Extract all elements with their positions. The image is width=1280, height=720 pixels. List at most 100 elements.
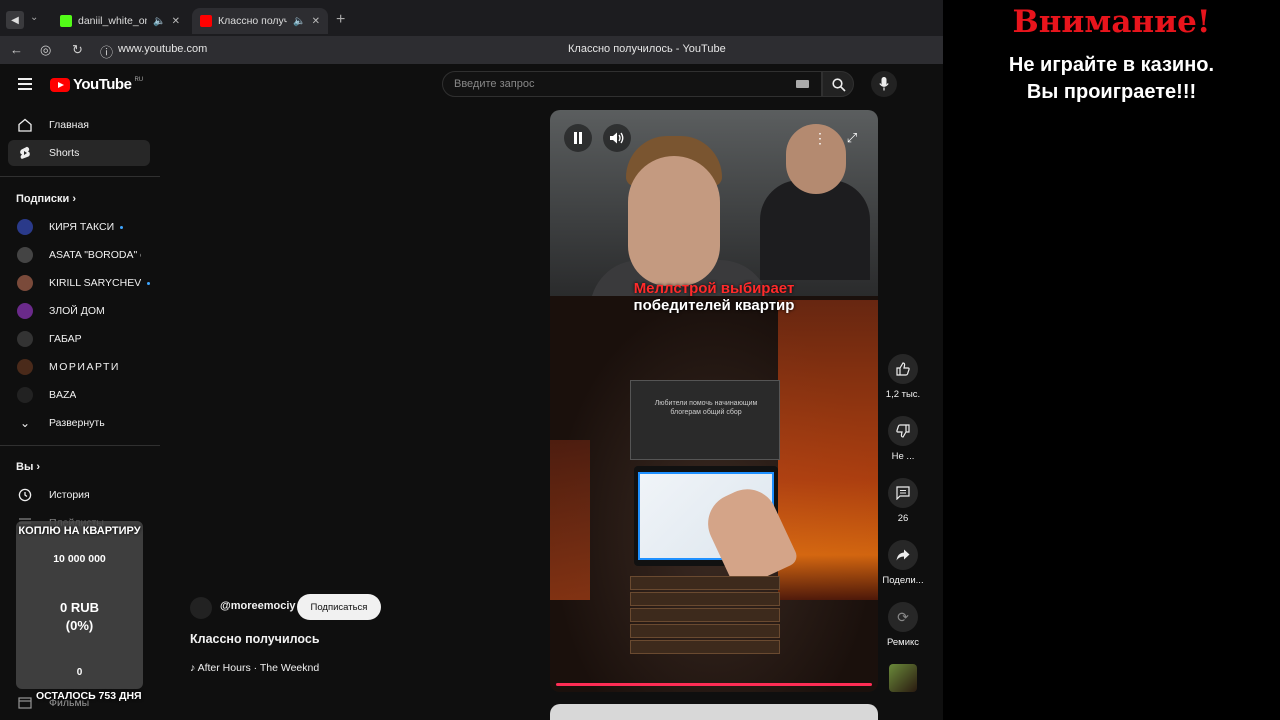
- avatar: [17, 219, 33, 235]
- search-placeholder: Введите запрос: [454, 78, 535, 90]
- sidebar-item-subscription[interactable]: ГАБАР: [8, 326, 150, 352]
- sidebar-item-label: ЗЛОЙ ДОМ: [49, 305, 105, 317]
- subscribe-button[interactable]: Подписаться: [297, 594, 381, 620]
- share-label: Подели...: [882, 575, 924, 586]
- page-title: Классно получилось - YouTube: [568, 43, 726, 55]
- book: [630, 608, 780, 622]
- sidebar-item-label: Развернуть: [49, 417, 105, 429]
- url-field[interactable]: www.youtube.com: [118, 43, 207, 55]
- video-caption: Меллстрой выбирает победителей квартир: [550, 280, 878, 314]
- sound-toggle-icon[interactable]: ◀: [6, 11, 24, 29]
- tab-title: daniil_white_one164: [78, 15, 147, 27]
- search-input[interactable]: Введите запрос: [442, 71, 822, 97]
- more-options-icon[interactable]: ⋮: [806, 124, 834, 152]
- divider: [0, 445, 160, 446]
- youtube-logo[interactable]: YouTube RU: [50, 76, 143, 93]
- youtube-favicon-icon: [200, 15, 212, 27]
- shorts-icon: [17, 145, 33, 161]
- brick-wall: [550, 440, 590, 600]
- back-icon[interactable]: ←: [10, 42, 23, 57]
- sidebar-item-expand[interactable]: ⌄ Развернуть: [8, 410, 150, 436]
- music-title: After Hours · The Weeknd: [197, 662, 320, 674]
- channel-avatar[interactable]: [190, 597, 212, 619]
- new-content-dot: [120, 225, 124, 229]
- remix-button[interactable]: ⟳ Ремикс: [880, 602, 926, 648]
- stream-background: [943, 120, 1280, 720]
- browser-tab-youtube[interactable]: Классно получилось 🔈 ✕: [192, 8, 328, 34]
- sidebar-item-subscription[interactable]: ASATA "BORODA" c...: [8, 242, 150, 268]
- next-short-preview[interactable]: [550, 704, 878, 720]
- sidebar-item-label: КИРЯ ТАКСИ: [49, 221, 115, 233]
- sidebar-item-subscription[interactable]: BAZA: [8, 382, 150, 408]
- chevron-down-icon: ⌄: [19, 416, 31, 430]
- remix-icon: ⟳: [888, 602, 918, 632]
- sidebar-item-shorts[interactable]: Shorts: [8, 140, 150, 166]
- sidebar-item-label: Shorts: [49, 147, 80, 159]
- reload-icon[interactable]: ↻: [72, 42, 83, 58]
- sidebar-item-label: KIRILL SARYCHEV: [49, 277, 141, 289]
- sidebar-item-history[interactable]: История: [8, 482, 150, 508]
- browser-tab-kick[interactable]: daniil_white_one164 🔈 ✕: [52, 8, 188, 34]
- avatar: [17, 275, 33, 291]
- sidebar-item-home[interactable]: Главная: [8, 112, 150, 138]
- warning-title: Внимание!: [1012, 4, 1211, 40]
- sidebar-item-label: Главная: [49, 119, 89, 131]
- channel-name[interactable]: @moreemociy: [220, 600, 296, 612]
- menu-icon[interactable]: [18, 78, 32, 93]
- browser-tab-bar: ◀ ⌄ daniil_white_one164 🔈 ✕ Классно полу…: [0, 0, 943, 36]
- like-icon: [888, 354, 918, 384]
- site-info-icon[interactable]: ⓘ: [100, 42, 113, 61]
- video-person-1-head: [628, 156, 720, 286]
- new-content-dot: [147, 281, 150, 285]
- comments-button[interactable]: 26: [880, 478, 926, 524]
- protect-icon[interactable]: ◎: [40, 42, 51, 58]
- voice-search-button[interactable]: [871, 71, 897, 97]
- close-icon[interactable]: ✕: [172, 16, 180, 27]
- new-tab-icon[interactable]: +: [336, 12, 345, 28]
- address-bar: ← ◎ ↻ ⓘ www.youtube.com Классно получило…: [0, 36, 943, 64]
- volume-button[interactable]: [603, 124, 631, 152]
- pause-icon: [574, 132, 582, 144]
- fullscreen-icon[interactable]: ⤢: [838, 124, 866, 152]
- comment-count: 26: [897, 513, 909, 524]
- sidebar-item-label: ГАБАР: [49, 333, 82, 345]
- music-link[interactable]: ♪ After Hours · The Weeknd: [190, 662, 319, 674]
- donation-box: Любители помочь начинающим блогерам общи…: [630, 380, 780, 460]
- keyboard-icon[interactable]: [796, 80, 809, 88]
- speaker-icon[interactable]: 🔈: [153, 16, 165, 27]
- video-progress-bar[interactable]: [556, 683, 872, 686]
- chevron-right-icon: ›: [72, 193, 76, 205]
- film-icon: [17, 695, 33, 711]
- dislike-button[interactable]: Не ...: [880, 416, 926, 462]
- sidebar-item-label: BAZA: [49, 389, 77, 401]
- book: [630, 640, 780, 654]
- chevron-down-icon[interactable]: ⌄: [30, 12, 38, 23]
- sound-thumbnail[interactable]: [889, 664, 917, 692]
- avatar: [17, 303, 33, 319]
- subscriptions-heading[interactable]: Подписки ›: [16, 193, 76, 205]
- close-icon[interactable]: ✕: [312, 16, 320, 27]
- home-icon: [17, 117, 33, 133]
- warning-banner: Внимание! Не играйте в казино. Вы проигр…: [943, 0, 1280, 120]
- logo-region: RU: [134, 76, 144, 83]
- sidebar-item-subscription[interactable]: KIRILL SARYCHEV: [8, 270, 150, 296]
- sidebar-item-subscription[interactable]: МОРИАРТИ: [8, 354, 150, 380]
- goal-target: 10 000 000: [53, 553, 106, 565]
- sidebar-item-subscription[interactable]: ЗЛОЙ ДОМ: [8, 298, 150, 324]
- goal-title: КОПЛЮ НА КВАРТИРУ: [18, 525, 141, 537]
- speaker-icon[interactable]: 🔈: [293, 16, 305, 27]
- like-button[interactable]: 1,2 тыс.: [880, 354, 926, 400]
- goal-percent: (0%): [65, 618, 94, 633]
- pause-button[interactable]: [564, 124, 592, 152]
- sidebar-item-subscription[interactable]: КИРЯ ТАКСИ: [8, 214, 150, 240]
- search-icon: [832, 78, 846, 92]
- avatar: [17, 331, 33, 347]
- warning-line-1: Не играйте в казино.: [1008, 54, 1215, 76]
- microphone-icon: [879, 77, 889, 91]
- video-box-stack: Любители помочь начинающим блогерам общи…: [630, 380, 800, 690]
- you-heading[interactable]: Вы ›: [16, 461, 40, 473]
- short-video-player[interactable]: Меллстрой выбирает победителей квартир Л…: [550, 110, 878, 692]
- share-button[interactable]: Подели...: [880, 540, 926, 586]
- search-button[interactable]: [822, 71, 854, 97]
- youtube-play-icon: [50, 77, 70, 92]
